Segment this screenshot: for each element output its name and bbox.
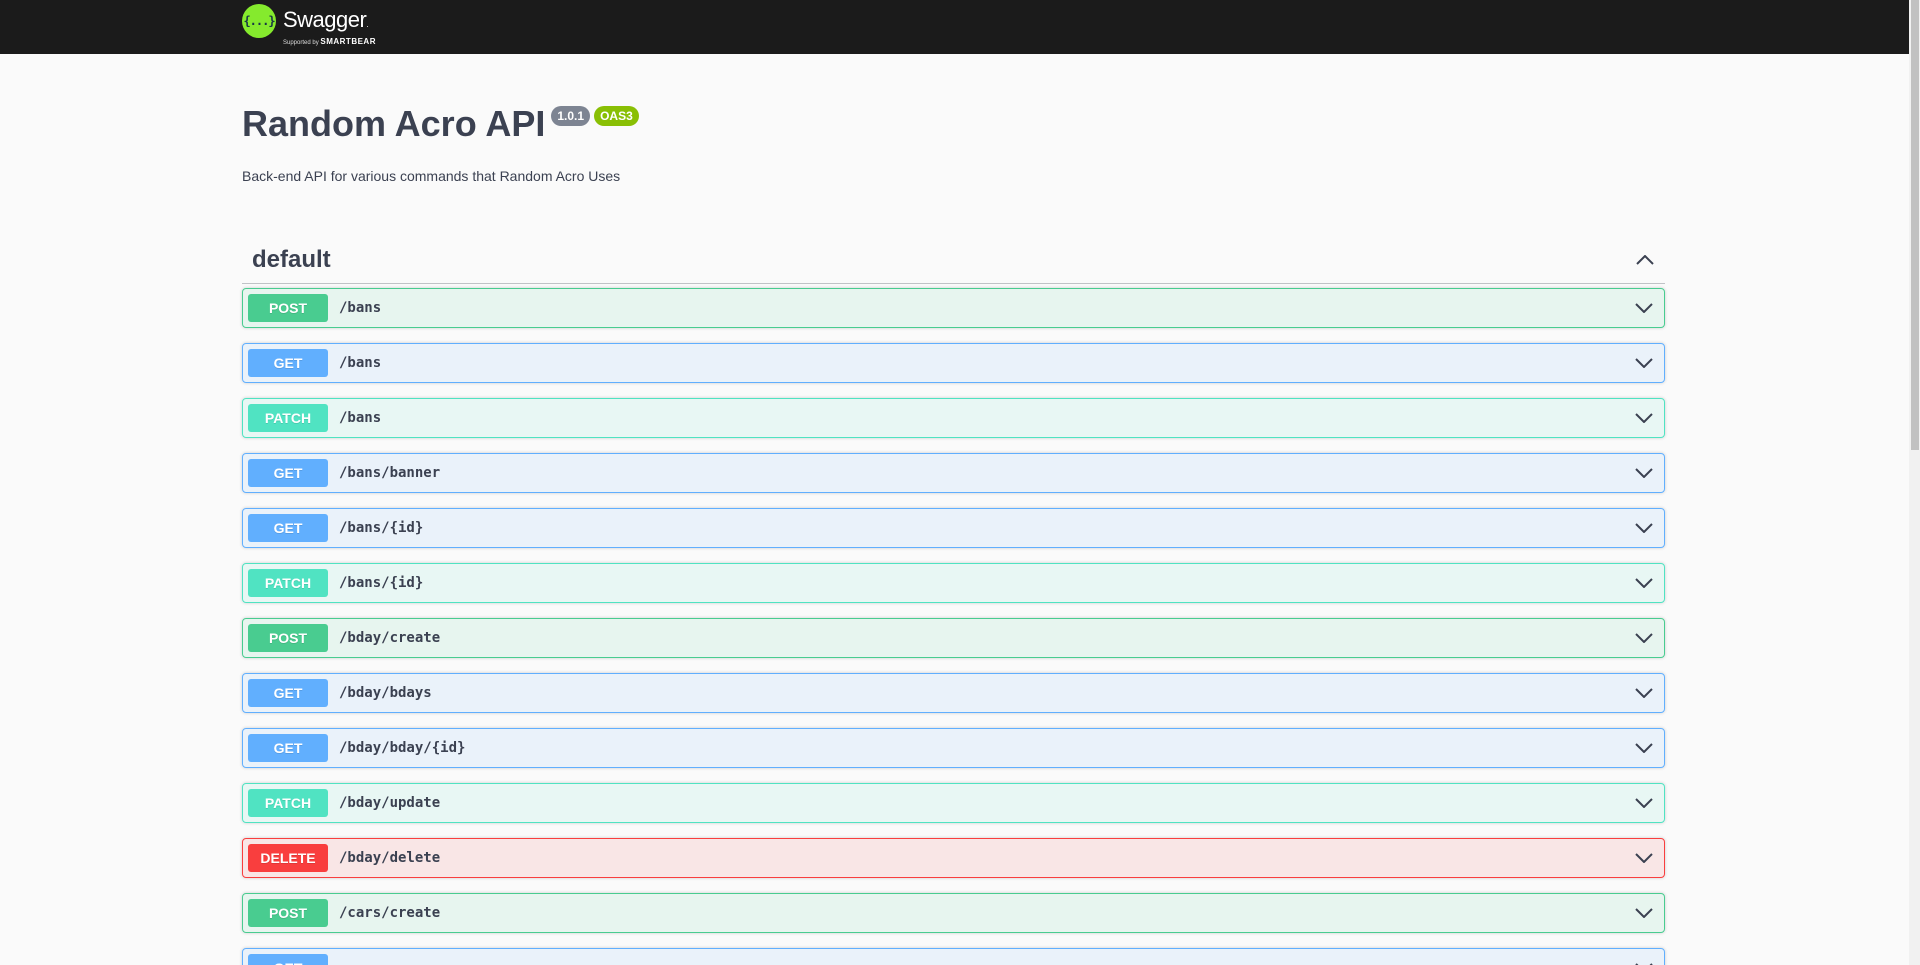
operation-row[interactable]: GET/bday/bday/{id} bbox=[242, 728, 1665, 768]
chevron-down-icon[interactable] bbox=[1634, 848, 1654, 868]
operation-row[interactable]: DELETE/bday/delete bbox=[242, 838, 1665, 878]
chevron-up-icon[interactable] bbox=[1635, 250, 1655, 270]
operation-row[interactable]: POST/cars/create bbox=[242, 893, 1665, 933]
method-badge: POST bbox=[248, 294, 328, 322]
api-description: Back-end API for various commands that R… bbox=[242, 168, 621, 184]
operation-row[interactable]: GET bbox=[242, 948, 1665, 965]
operation-path: /bans/{id} bbox=[339, 520, 424, 536]
method-badge: DELETE bbox=[248, 844, 328, 872]
brand-name: Swagger. bbox=[283, 7, 369, 32]
chevron-down-icon[interactable] bbox=[1634, 573, 1654, 593]
operation-row[interactable]: GET/bans/banner bbox=[242, 453, 1665, 493]
version-badge: 1.0.1 bbox=[551, 106, 591, 126]
operation-path: /bans bbox=[339, 410, 382, 426]
topbar: {...} Swagger. Supported by SMARTBEAR bbox=[0, 0, 1909, 54]
operations-list: POST/bans GET/bans PATCH/bans GET/bans/bann… bbox=[242, 288, 1665, 965]
tag-section-header-default[interactable]: default bbox=[242, 236, 1665, 284]
page-scrollbar[interactable] bbox=[1909, 0, 1920, 965]
oas-badge: OAS3 bbox=[594, 106, 639, 126]
chevron-down-icon[interactable] bbox=[1634, 793, 1654, 813]
method-badge: PATCH bbox=[248, 569, 328, 597]
swagger-logo-link[interactable]: {...} Swagger. Supported by SMARTBEAR bbox=[242, 4, 376, 48]
method-badge: POST bbox=[248, 624, 328, 652]
tag-name: default bbox=[252, 245, 331, 273]
operation-row[interactable]: PATCH/bans/{id} bbox=[242, 563, 1665, 603]
method-badge: GET bbox=[248, 514, 328, 542]
operation-row[interactable]: PATCH/bans bbox=[242, 398, 1665, 438]
chevron-down-icon[interactable] bbox=[1634, 463, 1654, 483]
chevron-down-icon[interactable] bbox=[1634, 958, 1654, 965]
brand-subtitle: Supported by SMARTBEAR bbox=[283, 37, 376, 46]
api-info: Random Acro API 1.0.1 OAS3 Back-end API … bbox=[242, 98, 639, 184]
chevron-down-icon[interactable] bbox=[1634, 353, 1654, 373]
chevron-down-icon[interactable] bbox=[1634, 408, 1654, 428]
operation-path: /bday/bday/{id} bbox=[339, 740, 466, 756]
method-badge: GET bbox=[248, 349, 328, 377]
operation-path: /bans/{id} bbox=[339, 575, 424, 591]
operation-path: /bans bbox=[339, 300, 382, 316]
brand-text: Swagger. Supported by SMARTBEAR bbox=[283, 4, 376, 48]
method-badge: GET bbox=[248, 679, 328, 707]
operation-path: /bday/bdays bbox=[339, 685, 432, 701]
chevron-down-icon[interactable] bbox=[1634, 903, 1654, 923]
operation-path: /bans bbox=[339, 355, 382, 371]
operation-path: /bday/delete bbox=[339, 850, 441, 866]
method-badge: GET bbox=[248, 734, 328, 762]
chevron-down-icon[interactable] bbox=[1634, 738, 1654, 758]
method-badge: GET bbox=[248, 954, 328, 965]
method-badge: PATCH bbox=[248, 789, 328, 817]
chevron-down-icon[interactable] bbox=[1634, 683, 1654, 703]
method-badge: POST bbox=[248, 899, 328, 927]
operation-path: /bans/banner bbox=[339, 465, 441, 481]
method-badge: GET bbox=[248, 459, 328, 487]
operation-row[interactable]: GET/bans/{id} bbox=[242, 508, 1665, 548]
swagger-logo-icon: {...} bbox=[242, 4, 276, 38]
api-title: Random Acro API bbox=[242, 103, 546, 144]
operation-row[interactable]: PATCH/bday/update bbox=[242, 783, 1665, 823]
operation-path: /bday/update bbox=[339, 795, 441, 811]
chevron-down-icon[interactable] bbox=[1634, 518, 1654, 538]
operation-path: /cars/create bbox=[339, 905, 441, 921]
operation-path: /bday/create bbox=[339, 630, 441, 646]
operation-row[interactable]: POST/bday/create bbox=[242, 618, 1665, 658]
operation-row[interactable]: GET/bday/bdays bbox=[242, 673, 1665, 713]
scrollbar-thumb[interactable] bbox=[1911, 0, 1919, 450]
method-badge: PATCH bbox=[248, 404, 328, 432]
operation-row[interactable]: GET/bans bbox=[242, 343, 1665, 383]
chevron-down-icon[interactable] bbox=[1634, 628, 1654, 648]
chevron-down-icon[interactable] bbox=[1634, 298, 1654, 318]
operation-row[interactable]: POST/bans bbox=[242, 288, 1665, 328]
